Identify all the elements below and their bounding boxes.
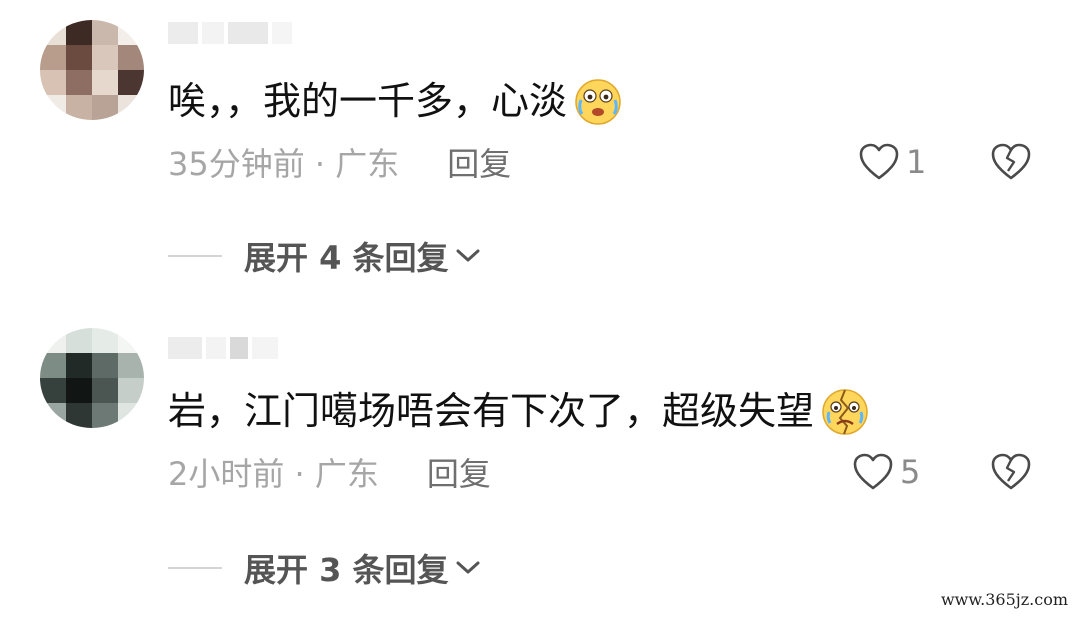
avatar[interactable] xyxy=(40,328,144,428)
comment-list: 唉，，我的一千多，心淡 35分钟前 · 广东 回复 1 展开 4 条回复 岩，江… xyxy=(0,0,1080,619)
broken-heart-icon xyxy=(991,453,1031,490)
time-location: 35分钟前 · 广东 xyxy=(168,145,400,183)
expand-divider xyxy=(168,567,222,569)
like-button[interactable]: 5 xyxy=(852,450,920,494)
crying-laughing-emoji xyxy=(575,79,621,125)
reply-button[interactable]: 回复 xyxy=(427,449,491,495)
heart-outline-icon xyxy=(859,143,899,180)
expand-replies-label: 展开 3 条回复 xyxy=(244,551,449,589)
like-count: 1 xyxy=(906,143,927,181)
heart-outline-icon xyxy=(853,453,893,490)
chevron-down-icon xyxy=(455,247,481,265)
avatar[interactable] xyxy=(40,20,144,120)
comment-text: 岩，江门噶场唔会有下次了，超级失望 xyxy=(168,386,870,436)
watermark-text: www.365jz.com xyxy=(936,588,1072,611)
username-blurred[interactable] xyxy=(168,333,278,363)
reply-button[interactable]: 回复 xyxy=(447,139,511,185)
comment-meta: 2小时前 · 广东 回复 xyxy=(168,450,491,494)
comment-body: 岩，江门噶场唔会有下次了，超级失望 xyxy=(168,389,815,433)
dislike-button[interactable] xyxy=(990,450,1032,494)
broken-face-emoji xyxy=(822,389,868,435)
chevron-down-icon xyxy=(455,559,481,577)
comment-meta: 35分钟前 · 广东 回复 xyxy=(168,140,511,184)
username-blurred[interactable] xyxy=(168,18,292,48)
like-count: 5 xyxy=(900,453,921,491)
expand-replies-button[interactable]: 展开 4 条回复 xyxy=(168,234,481,278)
time-location: 2小时前 · 广东 xyxy=(168,455,379,493)
dislike-button[interactable] xyxy=(990,140,1032,184)
comment-text: 唉，，我的一千多，心淡 xyxy=(168,76,623,126)
expand-replies-button[interactable]: 展开 3 条回复 xyxy=(168,546,481,590)
like-button[interactable]: 1 xyxy=(858,140,926,184)
comment-body: 唉，，我的一千多，心淡 xyxy=(168,79,568,123)
expand-divider xyxy=(168,255,222,257)
expand-replies-label: 展开 4 条回复 xyxy=(244,239,449,277)
broken-heart-icon xyxy=(991,143,1031,180)
